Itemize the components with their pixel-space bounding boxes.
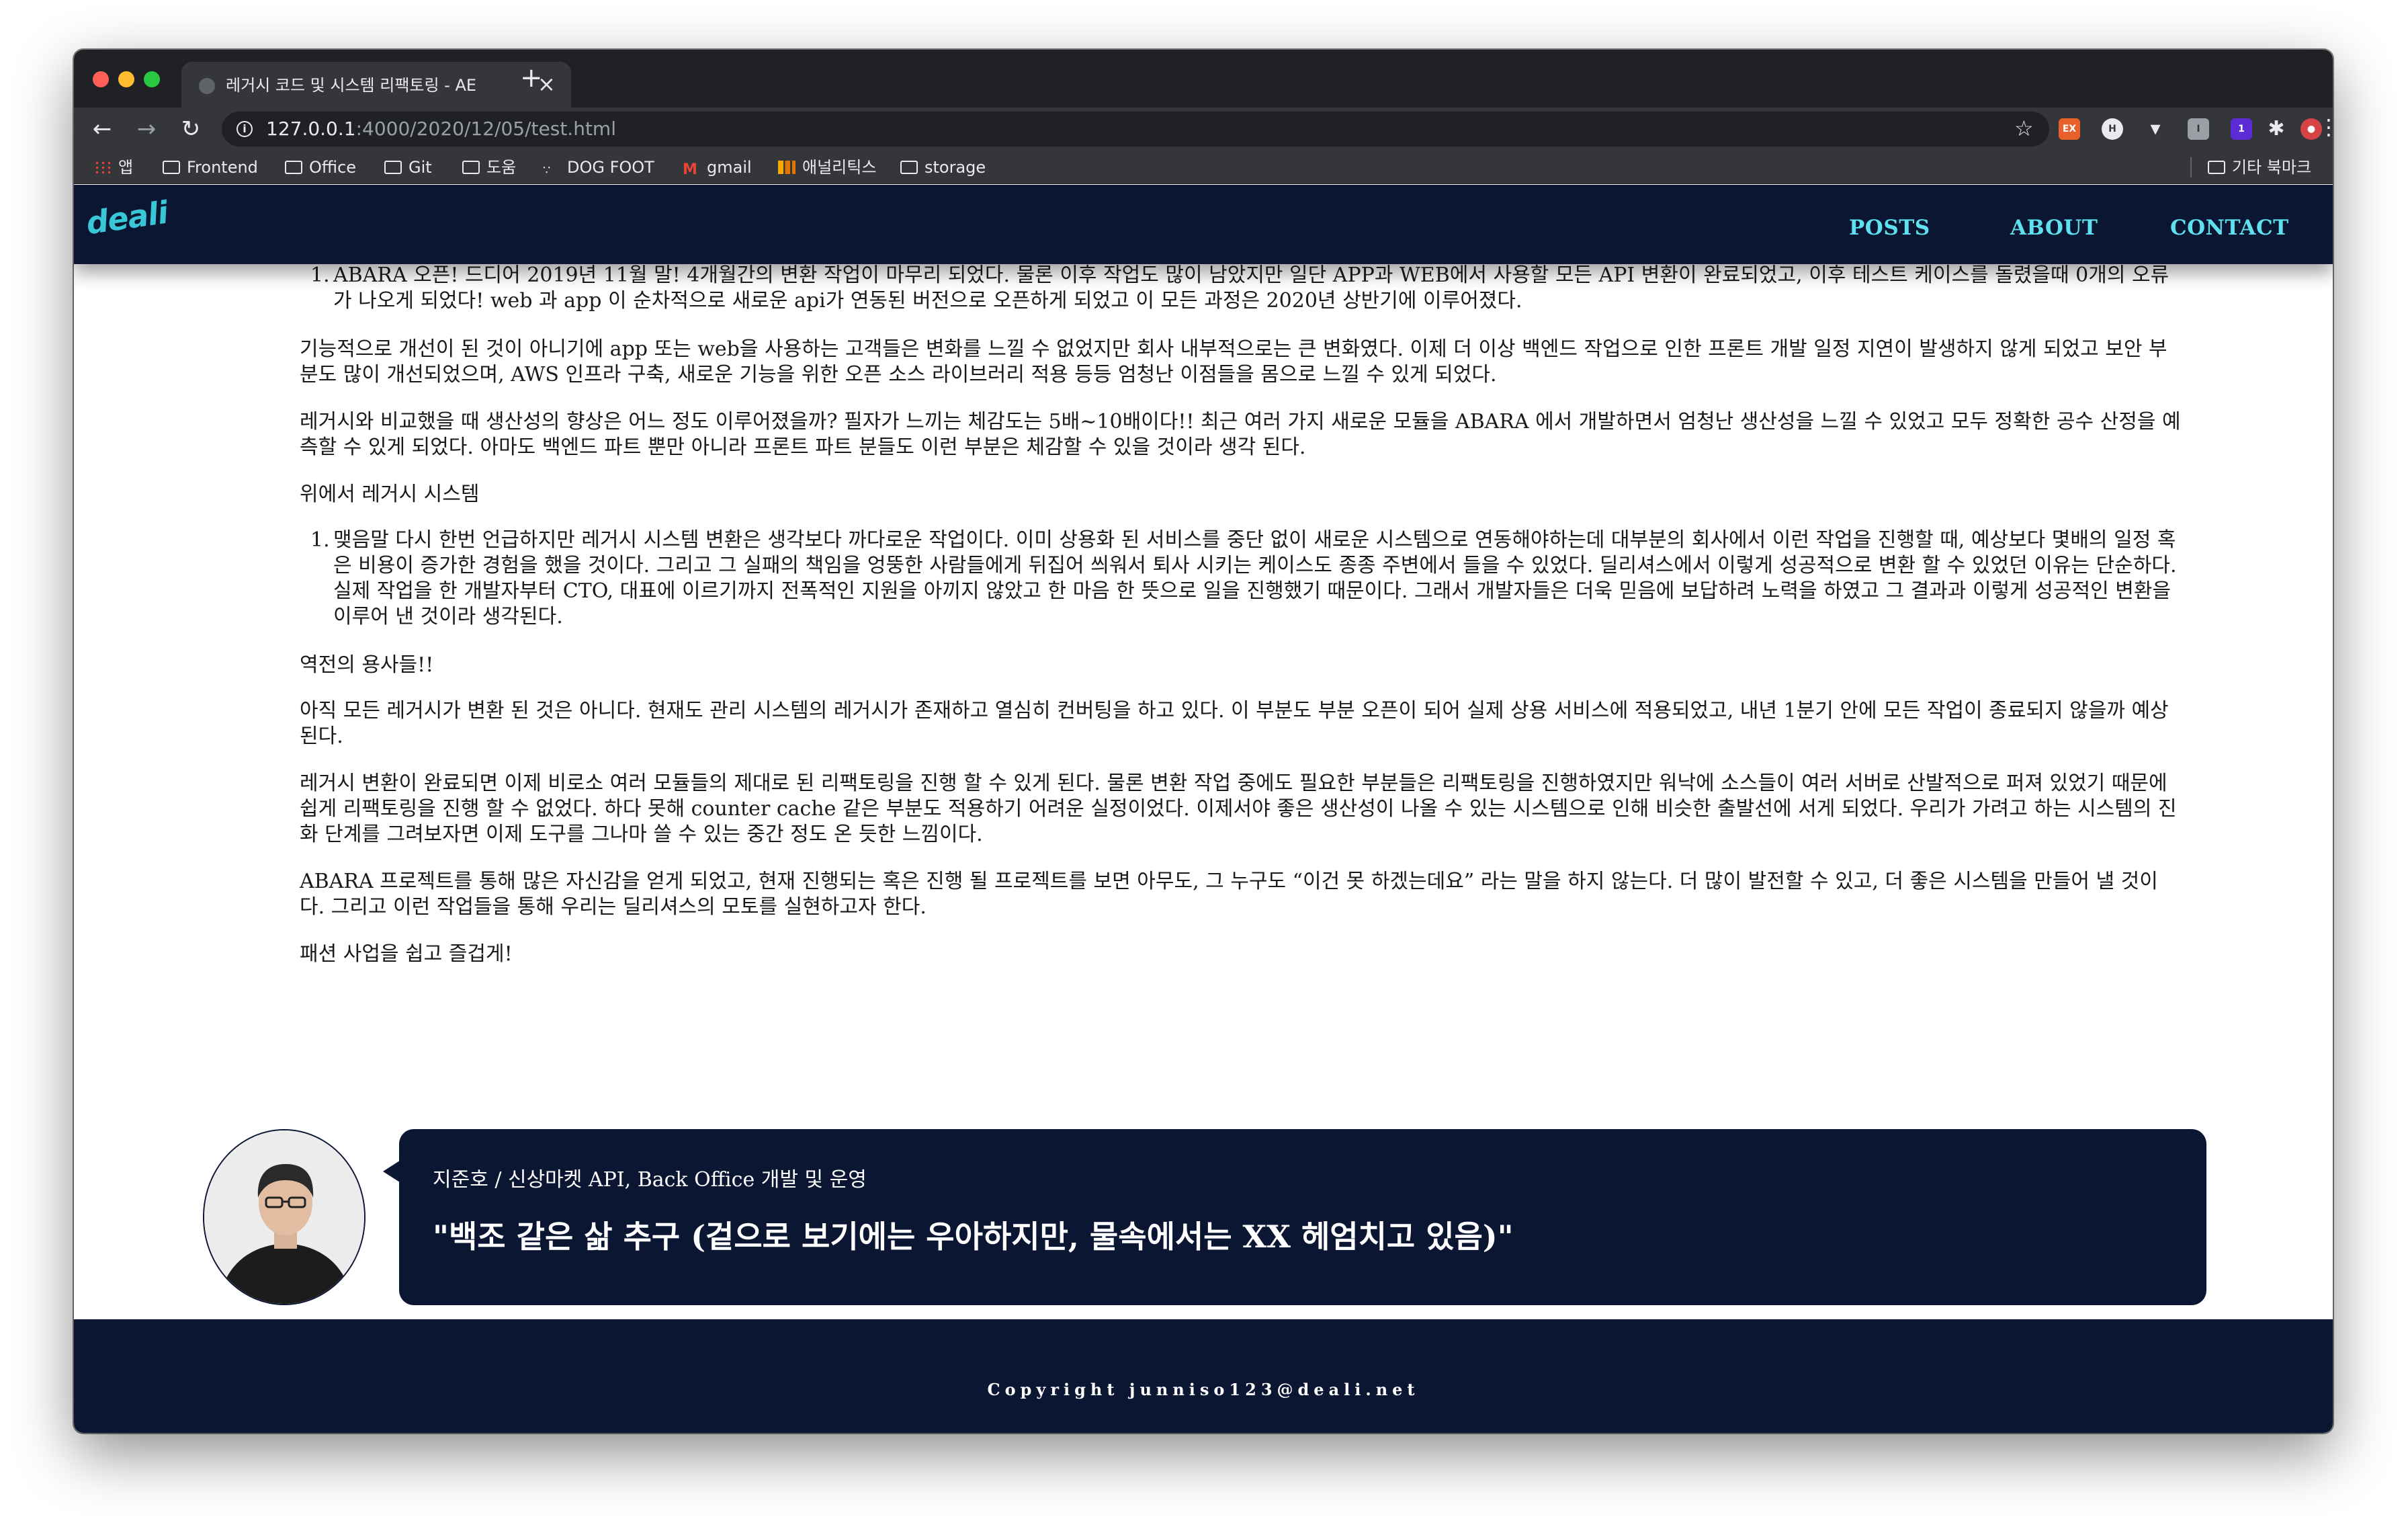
extension-icon[interactable]: H (2102, 118, 2123, 140)
bookmark-label: gmail (707, 158, 752, 177)
url-text[interactable]: 127.0.0.1:4000/2020/12/05/test.html (266, 118, 616, 140)
bookmark-gmail[interactable]: Mgmail (683, 157, 752, 177)
bookmark-label: 기타 북마크 (2232, 158, 2312, 177)
list-item: 1. 맺음말 다시 한번 언급하지만 레거시 시스템 변환은 생각보다 까다로운 … (310, 528, 2181, 630)
list-item: 1. ABARA 오픈! 드디어 2019년 11월 말! 4개월간의 변환 작업… (310, 263, 2181, 314)
apps-grid-icon (94, 161, 112, 174)
list-item-text: 맺음말 다시 한번 언급하지만 레거시 시스템 변환은 생각보다 까다로운 작업… (333, 528, 2177, 628)
nav-about-link[interactable]: ABOUT (2010, 216, 2098, 240)
author-bubble: 지준호 / 신상마켓 API, Back Office 개발 및 운영 "백조 … (399, 1129, 2206, 1305)
bookmark-label: 애널리틱스 (802, 158, 877, 177)
folder-icon (285, 161, 302, 174)
site-footer: Copyright junniso123@deali.net (74, 1319, 2333, 1433)
folder-icon (900, 161, 918, 174)
gmail-icon: M (683, 161, 697, 178)
analytics-bars-icon (778, 161, 796, 174)
paragraph: 역전의 용사들!! (300, 653, 434, 677)
paragraph: 아직 모든 레거시가 변환 된 것은 아니다. 현재도 관리 시스템의 레거시가… (300, 699, 2169, 748)
bookmark-label: 도움 (486, 158, 517, 177)
bookmark-apps[interactable]: 앱 (94, 157, 133, 177)
paw-icon: ∵ (543, 163, 551, 177)
puzzle-icon[interactable]: ✱ (2266, 118, 2287, 140)
bookmark-folder-help[interactable]: 도움 (462, 157, 516, 177)
extension-icon[interactable]: I (2188, 118, 2209, 140)
new-tab-button[interactable]: + (520, 65, 543, 91)
paragraph: ABARA 프로젝트를 통해 많은 자신감을 얻게 되었고, 현재 진행되는 혹… (300, 870, 2158, 919)
url-host: 127.0.0.1 (266, 118, 356, 140)
bookmark-label: DOG FOOT (567, 158, 654, 177)
paragraph: 레거시와 비교했을 때 생산성의 향상은 어느 정도 이루어졌을까? 필자가 느… (300, 410, 2181, 459)
bookmark-label: Git (408, 158, 432, 177)
nav-posts-link[interactable]: POSTS (1849, 216, 1930, 240)
tab-title: 레거시 코드 및 시스템 리팩토링 - AE (226, 76, 477, 95)
paragraph: 패션 사업을 쉽고 즐겁게! (300, 942, 513, 966)
minimize-window-button[interactable] (118, 71, 134, 87)
globe-icon (199, 78, 215, 94)
bookmark-label: Office (309, 158, 357, 177)
bookmark-star-icon[interactable]: ☆ (2014, 116, 2034, 141)
folder-icon (384, 161, 402, 174)
copyright-text: Copyright junniso123@deali.net (987, 1380, 1420, 1399)
author-quote: "백조 같은 삶 추구 (겉으로 보기에는 우아하지만, 물속에서는 XX 헤엄… (433, 1218, 1514, 1255)
bookmark-folder-git[interactable]: Git (384, 157, 432, 177)
paragraph: 위에서 레거시 시스템 (300, 483, 480, 506)
paragraph: 레거시 변환이 완료되면 이제 비로소 여러 모듈들의 제대로 된 리팩토링을 … (300, 772, 2177, 846)
bookmark-folder-storage[interactable]: storage (900, 157, 986, 177)
forward-arrow-icon[interactable]: → (132, 114, 161, 144)
folder-icon (2208, 161, 2225, 174)
bookmark-label: Frontend (187, 158, 258, 177)
extension-icon[interactable]: EX (2059, 118, 2080, 140)
kebab-menu-icon[interactable]: ⋮ (2318, 114, 2333, 140)
bookmark-folder-frontend[interactable]: Frontend (163, 157, 258, 177)
ordered-list: 1. 맺음말 다시 한번 언급하지만 레거시 시스템 변환은 생각보다 까다로운 … (310, 528, 2181, 630)
back-arrow-icon[interactable]: ← (87, 114, 117, 144)
info-icon[interactable]: i (236, 121, 253, 137)
list-number: 1. (310, 528, 330, 552)
maximize-window-button[interactable] (144, 71, 160, 87)
close-window-button[interactable] (93, 71, 109, 87)
author-role: 지준호 / 신상마켓 API, Back Office 개발 및 운영 (433, 1168, 867, 1192)
bookmark-label: storage (924, 158, 986, 177)
author-avatar (203, 1129, 366, 1305)
bookmark-folder-other[interactable]: 기타 북마크 (2208, 157, 2311, 177)
folder-icon (163, 161, 180, 174)
bookmark-label: 앱 (118, 158, 134, 177)
bookmark-folder-office[interactable]: Office (285, 157, 356, 177)
web-page: deali POSTS ABOUT CONTACT 1. ABARA 오픈! 드디… (74, 185, 2333, 1433)
extension-icon[interactable]: 1 (2231, 118, 2252, 140)
bookmarks-divider (2190, 157, 2192, 177)
browser-window: 레거시 코드 및 시스템 리팩토링 - AE × + ← → ↻ i 127.0… (74, 50, 2333, 1433)
author-photo (204, 1130, 364, 1304)
url-path: :4000/2020/12/05/test.html (355, 118, 616, 140)
ordered-list: 1. ABARA 오픈! 드디어 2019년 11월 말! 4개월간의 변환 작업… (310, 263, 2181, 314)
nav-contact-link[interactable]: CONTACT (2170, 216, 2289, 240)
reload-icon[interactable]: ↻ (176, 114, 206, 144)
bookmark-dogfoot[interactable]: ∵ DOG FOOT (543, 157, 654, 177)
browser-toolbar: ← → ↻ i 127.0.0.1:4000/2020/12/05/test.h… (74, 108, 2333, 151)
site-header: deali POSTS ABOUT CONTACT (74, 185, 2333, 264)
list-item-text: ABARA 오픈! 드디어 2019년 11월 말! 4개월간의 변환 작업이 … (333, 263, 2169, 313)
browser-tab[interactable]: 레거시 코드 및 시스템 리팩토링 - AE × (181, 62, 571, 108)
folder-icon (462, 161, 480, 174)
tab-strip: 레거시 코드 및 시스템 리팩토링 - AE × + (74, 50, 2333, 108)
vue-devtools-icon[interactable]: ▾ (2145, 118, 2166, 140)
bookmark-analytics[interactable]: 애널리틱스 (778, 157, 876, 177)
paragraph: 기능적으로 개선이 된 것이 아니기에 app 또는 web을 사용하는 고객들… (300, 337, 2167, 386)
address-bar[interactable]: i 127.0.0.1:4000/2020/12/05/test.html ☆ (222, 112, 2049, 147)
bookmarks-bar: 앱 Frontend Office Git 도움 ∵ DOG FOOT Mgmai… (74, 151, 2333, 184)
list-number: 1. (310, 263, 330, 287)
site-logo[interactable]: deali (84, 194, 170, 241)
